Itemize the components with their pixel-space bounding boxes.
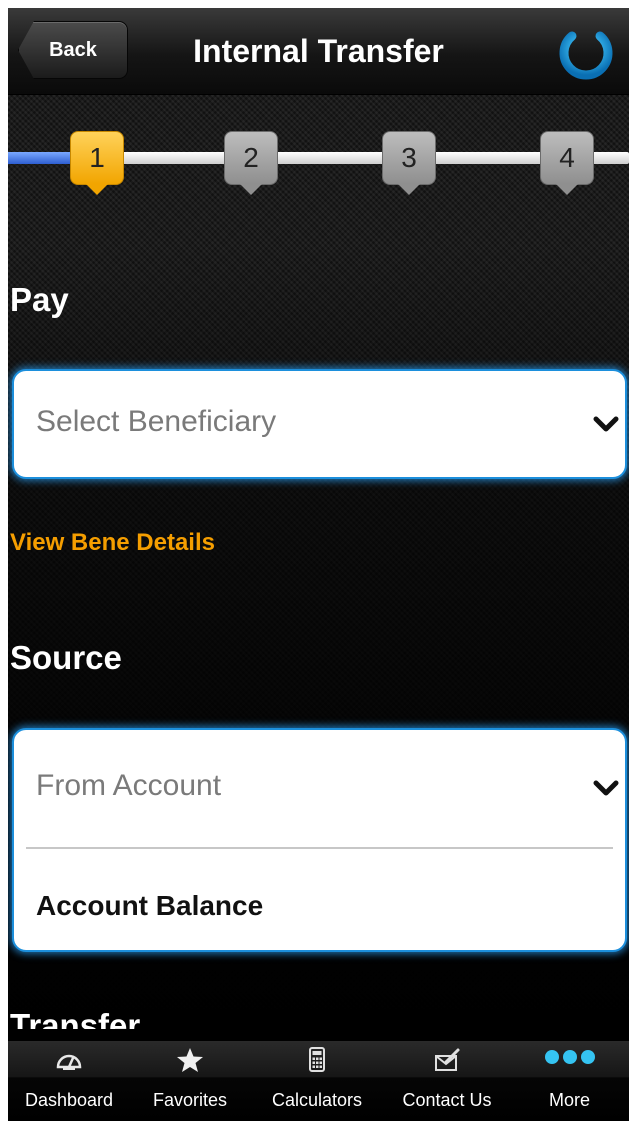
beneficiary-placeholder: Select Beneficiary xyxy=(36,405,277,438)
tab-more[interactable]: More xyxy=(510,1041,629,1121)
progress-stepper: 1 2 3 4 xyxy=(8,125,629,195)
tab-label: Calculators xyxy=(271,1090,363,1110)
envelope-edit-icon xyxy=(435,1048,460,1071)
step-2: 2 xyxy=(224,131,278,195)
chevron-down-icon xyxy=(593,780,619,796)
tab-label: Dashboard xyxy=(24,1090,114,1110)
pay-label: Pay xyxy=(10,281,69,318)
step-1: 1 xyxy=(70,131,124,195)
chevron-down-icon xyxy=(593,416,619,432)
step-4: 4 xyxy=(540,131,594,195)
account-balance-label: Account Balance xyxy=(36,890,264,921)
transfer-form: 1 2 3 4 Pay Select Beneficiary View Bene… xyxy=(8,95,629,1041)
bottom-tab-bar: Dashboard Favorites Calculators Contact … xyxy=(8,1041,629,1121)
app-screen: Back Internal Transfer 1 2 3 4 Pay Selec… xyxy=(8,8,629,1121)
more-dots-icon xyxy=(544,1050,595,1064)
tab-favorites[interactable]: Favorites xyxy=(130,1041,250,1121)
source-label: Source xyxy=(10,639,122,676)
speedometer-icon xyxy=(56,1054,82,1070)
nav-header: Back Internal Transfer xyxy=(8,8,629,95)
beneficiary-select[interactable]: Select Beneficiary xyxy=(12,369,627,479)
back-button[interactable]: Back xyxy=(18,21,128,79)
tab-calculators[interactable]: Calculators xyxy=(250,1041,384,1121)
star-icon xyxy=(177,1048,203,1072)
from-account-select[interactable]: From Account Account Balance xyxy=(12,728,627,952)
tab-label: More xyxy=(548,1090,590,1110)
tab-contact-us[interactable]: Contact Us xyxy=(384,1041,510,1121)
tab-label: Favorites xyxy=(152,1090,228,1110)
calculator-icon xyxy=(309,1047,325,1072)
from-account-placeholder: From Account xyxy=(36,769,222,802)
tab-label: Contact Us xyxy=(402,1090,492,1110)
step-3: 3 xyxy=(382,131,436,195)
view-bene-details-link[interactable]: View Bene Details xyxy=(10,529,215,557)
divider xyxy=(26,847,613,849)
tab-dashboard[interactable]: Dashboard xyxy=(8,1041,130,1121)
power-icon[interactable] xyxy=(552,18,620,86)
transfer-section-label: Transfer xyxy=(10,1007,141,1029)
